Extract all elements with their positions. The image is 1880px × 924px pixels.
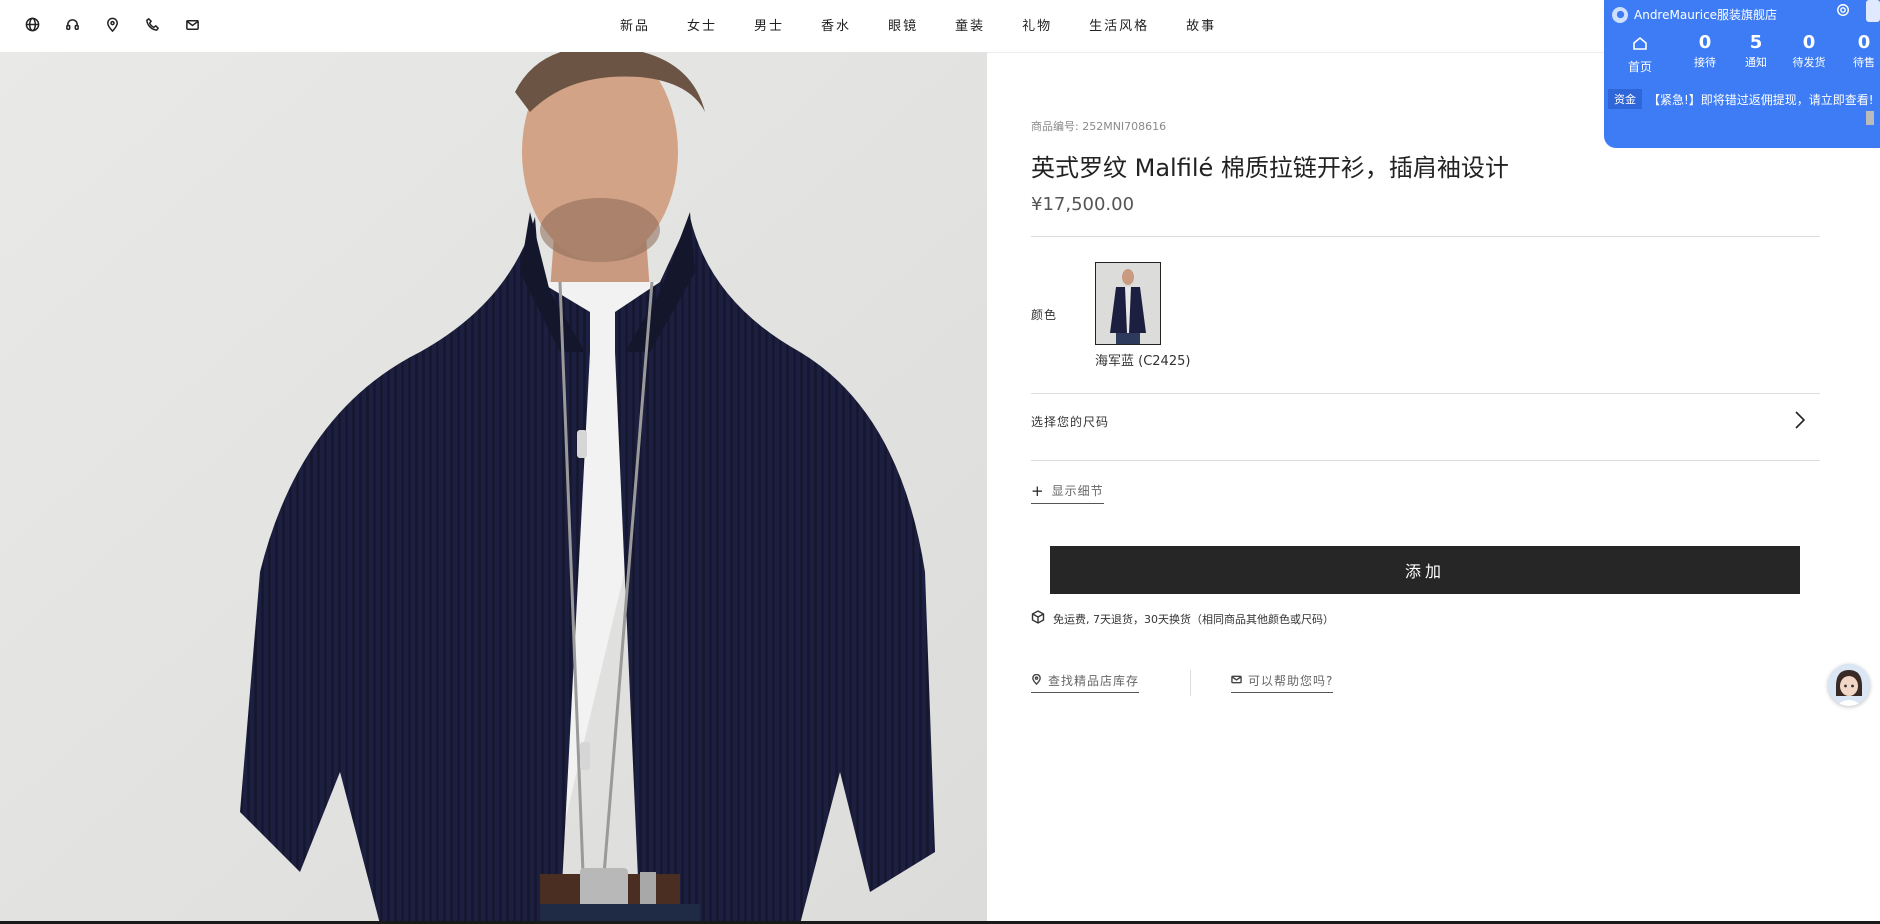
shipping-info: 免运费, 7天退货，30天换货（相同商品其他颜色或尺码） [1031,610,1334,627]
location-pin-icon [1031,673,1042,688]
home-icon [1633,36,1647,50]
divider [1031,460,1820,461]
stat-pending-sale[interactable]: 0 待售 [1839,32,1880,70]
nav-item-new[interactable]: 新品 [620,15,650,34]
help-link[interactable]: 可以帮助您吗? [1231,672,1334,693]
notice-text: 【紧急!】即将错过返佣提现，请立即查看! [1648,92,1874,107]
main-navigation: 新品 女士 男士 香水 眼镜 童装 礼物 生活风格 故事 [620,15,1253,34]
size-selector-label: 选择您的尺码 [1031,415,1110,429]
mail-icon [1231,674,1242,688]
nav-item-fragrance[interactable]: 香水 [821,15,851,34]
mail-icon[interactable] [182,14,202,34]
utility-icons [22,14,202,34]
nav-item-eyewear[interactable]: 眼镜 [888,15,918,34]
headset-icon[interactable] [62,14,82,34]
stat-value: 5 [1749,32,1763,53]
widget-notice[interactable]: 资金 【紧急!】即将错过返佣提现，请立即查看! [1604,88,1880,110]
chat-assistant-avatar[interactable] [1828,664,1870,706]
shop-name: AndreMaurice服装旗舰店 [1634,8,1778,22]
chevron-right-icon [1790,408,1808,436]
globe-icon[interactable] [22,14,42,34]
widget-stats: 首页 0 接待 5 通知 0 待发货 0 待售 [1604,32,1880,76]
stat-notifications[interactable]: 5 通知 [1731,32,1781,70]
stat-label: 通知 [1745,56,1767,69]
widget-home-button[interactable]: 首页 [1620,34,1660,75]
color-label: 颜色 [1031,308,1058,322]
home-label: 首页 [1627,60,1652,74]
top-bar: 新品 女士 男士 香水 眼镜 童装 礼物 生活风格 故事 [0,0,1880,53]
phone-icon[interactable] [142,14,162,34]
stat-value: 0 [1698,32,1712,53]
stat-label: 接待 [1694,56,1716,69]
model-illustration [0,52,987,924]
nav-item-kids[interactable]: 童装 [955,15,985,34]
color-swatch-navy[interactable] [1095,262,1161,345]
find-store-label: 查找精品店库存 [1048,674,1140,688]
product-price: ¥17,500.00 [1031,194,1135,215]
widget-expand-tab[interactable] [1866,0,1880,22]
shipping-text: 免运费, 7天退货，30天换货（相同商品其他颜色或尺码） [1053,612,1334,626]
widget-header: AndreMaurice服装旗舰店 [1612,6,1777,23]
stat-label: 待售 [1853,56,1875,69]
size-selector[interactable]: 选择您的尺码 [1031,394,1820,460]
shop-assistant-widget: AndreMaurice服装旗舰店 首页 0 接待 5 通知 0 待发货 0 待… [1604,0,1880,148]
color-name: 海军蓝 (C2425) [1095,354,1191,369]
nav-item-men[interactable]: 男士 [754,15,784,34]
location-pin-icon[interactable] [102,14,122,34]
stat-value: 0 [1802,32,1816,53]
product-hero-image[interactable] [0,52,987,924]
notice-tag: 资金 [1608,89,1642,109]
nav-item-women[interactable]: 女士 [687,15,717,34]
stat-value: 0 [1857,32,1871,53]
link-separator [1190,670,1191,696]
gear-icon[interactable] [1836,2,1852,18]
show-details-toggle[interactable]: + 显示细节 [1031,482,1104,504]
package-icon [1031,610,1045,627]
stat-reception[interactable]: 0 接待 [1680,32,1730,70]
scrollbar-thumb[interactable] [1866,111,1874,125]
stat-label: 待发货 [1792,56,1826,69]
nav-item-lifestyle[interactable]: 生活风格 [1089,15,1149,34]
product-sku: 商品编号: 252MNI708616 [1031,120,1167,133]
stat-to-ship[interactable]: 0 待发货 [1784,32,1834,70]
help-label: 可以帮助您吗? [1248,674,1334,688]
find-store-link[interactable]: 查找精品店库存 [1031,672,1140,693]
nav-item-gifts[interactable]: 礼物 [1022,15,1052,34]
plus-icon: + [1031,481,1044,500]
add-to-bag-button[interactable]: 添加 [1050,546,1800,594]
shop-logo-icon [1612,6,1628,23]
nav-item-stories[interactable]: 故事 [1186,15,1216,34]
product-title: 英式罗纹 Malfilé 棉质拉链开衫，插肩袖设计 [1031,154,1509,182]
divider [1031,236,1820,237]
show-details-label: 显示细节 [1051,484,1104,498]
